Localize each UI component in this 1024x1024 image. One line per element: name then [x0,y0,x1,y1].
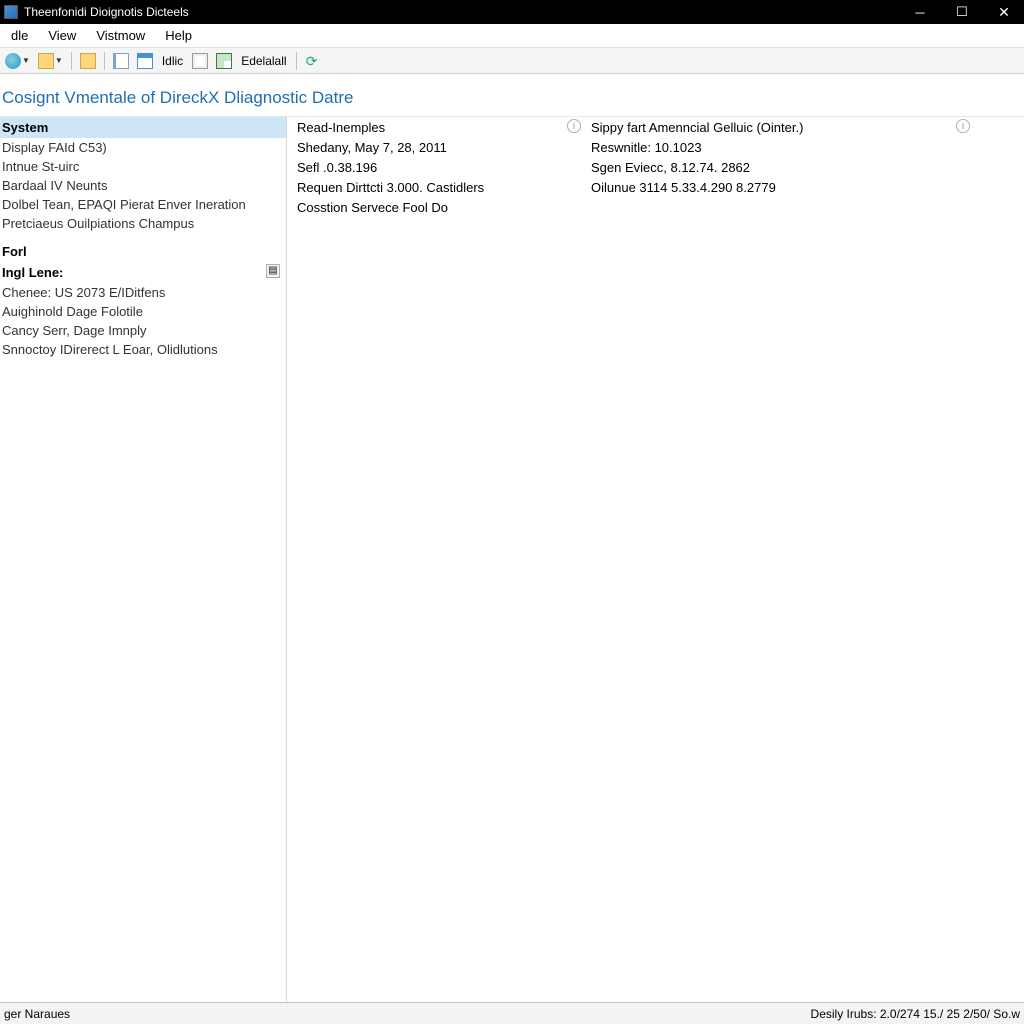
menu-help[interactable]: Help [155,26,202,45]
detail-row: Sefl .0.38.196 [297,159,557,176]
status-left: ger Naraues [4,1007,70,1021]
toolbar-separator [104,52,105,70]
table-icon [216,53,232,69]
maximize-button[interactable] [948,4,976,20]
detail-row: Requen Dirttcti 3.000. Castidlers [297,179,557,196]
page-icon [113,53,129,69]
detail-row: Shedany, May 7, 28, 2011 [297,139,557,156]
nav-group-system: System Display FAId C53) Intnue St-uirc … [0,117,286,241]
detail-row: Cosstion Servece Fool Do [297,199,557,216]
refresh-icon: ⟳ [306,54,318,68]
tool-folder[interactable]: ▼ [35,51,66,71]
minimize-button[interactable] [906,5,934,20]
folder-icon [38,53,54,69]
tool-doc[interactable] [189,51,211,71]
toolbar-separator [71,52,72,70]
content-area: System Display FAId C53) Intnue St-uirc … [0,116,1024,1002]
tool-refresh[interactable]: ⟳ [302,51,322,71]
nav-item[interactable]: Cancy Serr, Dage Imnply [0,321,286,340]
statusbar: ger Naraues Desily Irubs: 2.0/274 15./ 2… [0,1002,1024,1024]
expand-icon[interactable]: ▤ [266,264,280,278]
detail-column-3-wrap: i [956,119,1014,1000]
nav-item[interactable]: Dolbel Tean, EPAQI Pierat Enver Ineratio… [0,195,286,214]
nav-item[interactable]: Chenee: US 2073 E/IDitfens [0,283,286,302]
nav-head-forl[interactable]: Forl [0,241,286,262]
tool-page[interactable] [110,51,132,71]
nav-item[interactable]: Bardaal IV Neunts [0,176,286,195]
menu-vistmow[interactable]: Vistmow [86,26,155,45]
tool-table[interactable] [213,51,235,71]
app-icon [4,5,18,19]
toolbar-label-idlic[interactable]: Idlic [158,54,187,68]
titlebar: Theenfonidi Dioignotis Dicteels [0,0,1024,24]
globe-icon [5,53,21,69]
tool-open[interactable] [77,51,99,71]
window-icon [137,53,153,69]
detail-column-2: Sippy fart Amenncial Gelluic (Ointer.) R… [591,119,851,196]
detail-heading: Sippy fart Amenncial Gelluic (Ointer.) [591,119,851,136]
nav-item[interactable]: Auighinold Dage Folotile [0,302,286,321]
tool-globe[interactable]: ▼ [2,51,33,71]
detail-row: Reswnitle: 10.1023 [591,139,851,156]
nav-head-label: Ingl Lene: [2,265,63,280]
toolbar: ▼ ▼ Idlic Edelalall ⟳ [0,48,1024,74]
info-icon: i [567,119,581,133]
toolbar-separator [296,52,297,70]
details-pane: Read-Inemples Shedany, May 7, 28, 2011 S… [287,117,1024,1002]
status-right: Desily Irubs: 2.0/274 15./ 25 2/50/ So.w [811,1007,1020,1021]
nav-item[interactable]: Pretciaeus Ouilpiations Champus [0,214,286,233]
window-title: Theenfonidi Dioignotis Dicteels [24,5,906,19]
dropdown-icon: ▼ [55,56,63,65]
open-icon [80,53,96,69]
sidebar: System Display FAId C53) Intnue St-uirc … [0,117,287,1002]
nav-head-system[interactable]: System [0,117,286,138]
detail-column-1: Read-Inemples Shedany, May 7, 28, 2011 S… [297,119,557,1000]
menu-view[interactable]: View [38,26,86,45]
tool-window[interactable] [134,51,156,71]
nav-group-forl: Forl Ingl Lene: ▤ Chenee: US 2073 E/IDit… [0,241,286,367]
nav-head-ingllene[interactable]: Ingl Lene: ▤ [0,262,286,283]
detail-row: Sgen Eviecc, 8.12.74. 2862 [591,159,851,176]
toolbar-label-edelalall[interactable]: Edelalall [237,54,290,68]
detail-row: Read-Inemples [297,119,557,136]
info-icon: i [956,119,970,133]
nav-item[interactable]: Snnoctoy IDirerect L Eoar, Olidlutions [0,340,286,359]
window-controls [906,4,1020,21]
nav-item[interactable]: Intnue St-uirc [0,157,286,176]
detail-row: Oilunue 3114 5.33.4.290 8.2779 [591,179,851,196]
menu-file[interactable]: dle [1,26,38,45]
dropdown-icon: ▼ [22,56,30,65]
close-button[interactable] [990,4,1018,21]
menubar: dle View Vistmow Help [0,24,1024,48]
nav-item[interactable]: Display FAId C53) [0,138,286,157]
detail-column-2-wrap: i Sippy fart Amenncial Gelluic (Ointer.)… [567,119,851,1000]
doc-icon [192,53,208,69]
page-title: Cosignt Vmentale of DireckX Dliagnostic … [0,74,1024,116]
